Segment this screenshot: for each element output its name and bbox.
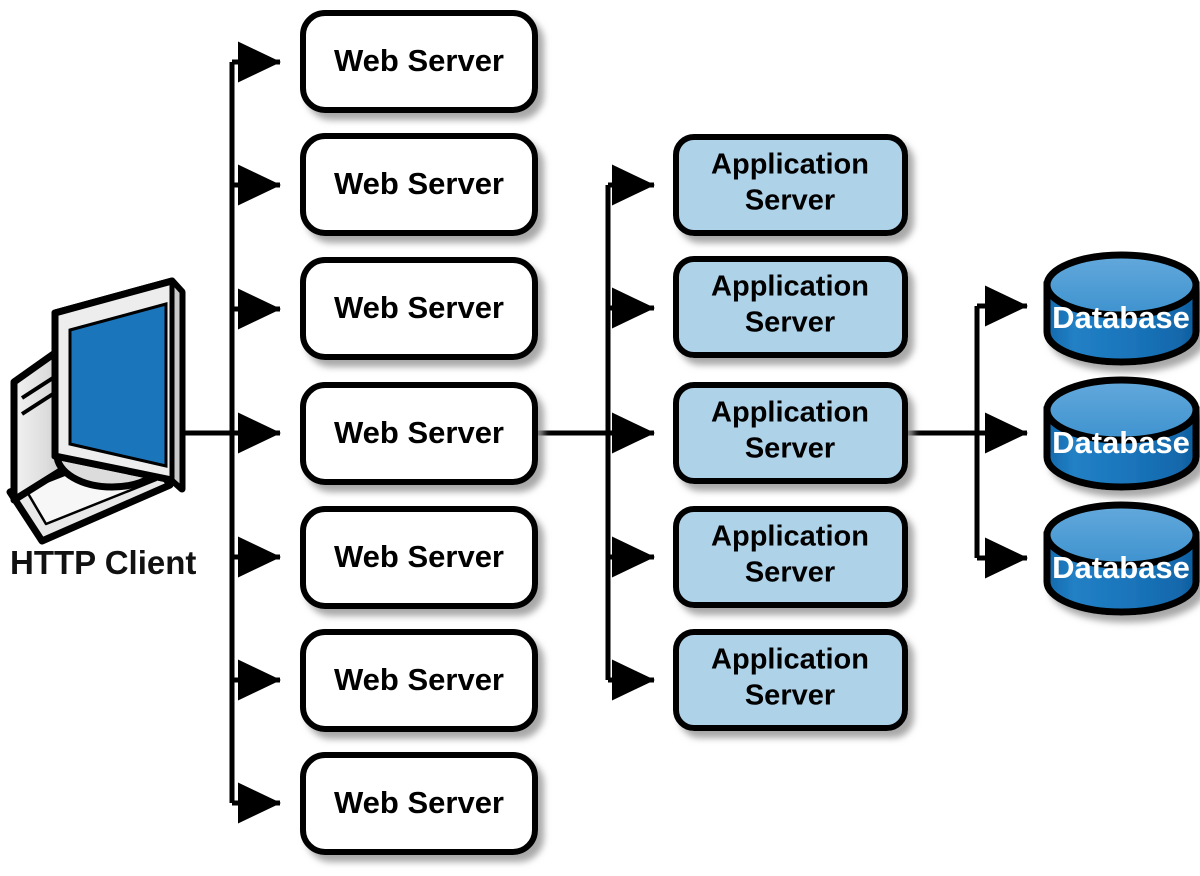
database-label: Database [1052, 425, 1190, 460]
monitor-screen-icon [68, 302, 168, 468]
database-label: Database [1052, 300, 1190, 335]
node-web-server-6[interactable]: Web Server [300, 629, 538, 732]
application-server-label-line2: Server [745, 557, 835, 589]
web-server-tier: Web Server Web Server Web Server Web Ser… [300, 10, 538, 855]
application-server-label-line2: Server [745, 307, 835, 339]
application-server-label-line1: Application [711, 397, 869, 429]
architecture-diagram: HTTP Client Web Server Web Server Web Se… [0, 0, 1200, 876]
node-application-server-5[interactable]: Application Server [673, 629, 908, 731]
web-server-label: Web Server [334, 785, 504, 820]
web-server-label: Web Server [334, 415, 504, 450]
connector-group-client-to-web [185, 41, 282, 824]
node-web-server-3[interactable]: Web Server [300, 257, 538, 360]
node-web-server-7[interactable]: Web Server [300, 752, 538, 855]
connector-group-web-to-app [535, 164, 656, 701]
node-web-server-1[interactable]: Web Server [300, 10, 538, 113]
database-tier: Database Database Database [1043, 251, 1200, 616]
database-label: Database [1052, 550, 1190, 585]
node-web-server-4[interactable]: Web Server [300, 382, 538, 485]
web-server-label: Web Server [334, 662, 504, 697]
application-server-label-line2: Server [745, 680, 835, 712]
node-application-server-2[interactable]: Application Server [673, 256, 908, 358]
application-server-tier: Application Server Application Server Ap… [673, 134, 908, 731]
http-client-node[interactable]: HTTP Client [6, 277, 196, 581]
node-application-server-4[interactable]: Application Server [673, 506, 908, 608]
application-server-label-line1: Application [711, 149, 869, 181]
application-server-label-line2: Server [745, 185, 835, 217]
node-application-server-1[interactable]: Application Server [673, 134, 908, 236]
connector-trunk-web [535, 185, 611, 680]
connector-trunk-client [185, 62, 235, 803]
application-server-label-line1: Application [711, 644, 869, 676]
http-client-label: HTTP Client [10, 544, 196, 581]
node-web-server-5[interactable]: Web Server [300, 506, 538, 609]
node-web-server-2[interactable]: Web Server [300, 133, 538, 236]
monitor-side-icon [169, 278, 185, 492]
connector-group-app-to-db [905, 285, 1029, 579]
application-server-label-line1: Application [711, 521, 869, 553]
web-server-label: Web Server [334, 166, 504, 201]
web-server-label: Web Server [334, 539, 504, 574]
node-database-2[interactable]: Database [1043, 376, 1200, 491]
application-server-label-line2: Server [745, 433, 835, 465]
web-server-label: Web Server [334, 290, 504, 325]
node-database-1[interactable]: Database [1043, 251, 1200, 366]
desktop-computer-icon [6, 277, 186, 545]
diagram-canvas: HTTP Client Web Server Web Server Web Se… [6, 10, 1200, 855]
application-server-label-line1: Application [711, 271, 869, 303]
connector-trunk-app [905, 306, 980, 558]
web-server-label: Web Server [334, 43, 504, 78]
node-application-server-3[interactable]: Application Server [673, 382, 908, 484]
node-database-3[interactable]: Database [1043, 501, 1200, 616]
